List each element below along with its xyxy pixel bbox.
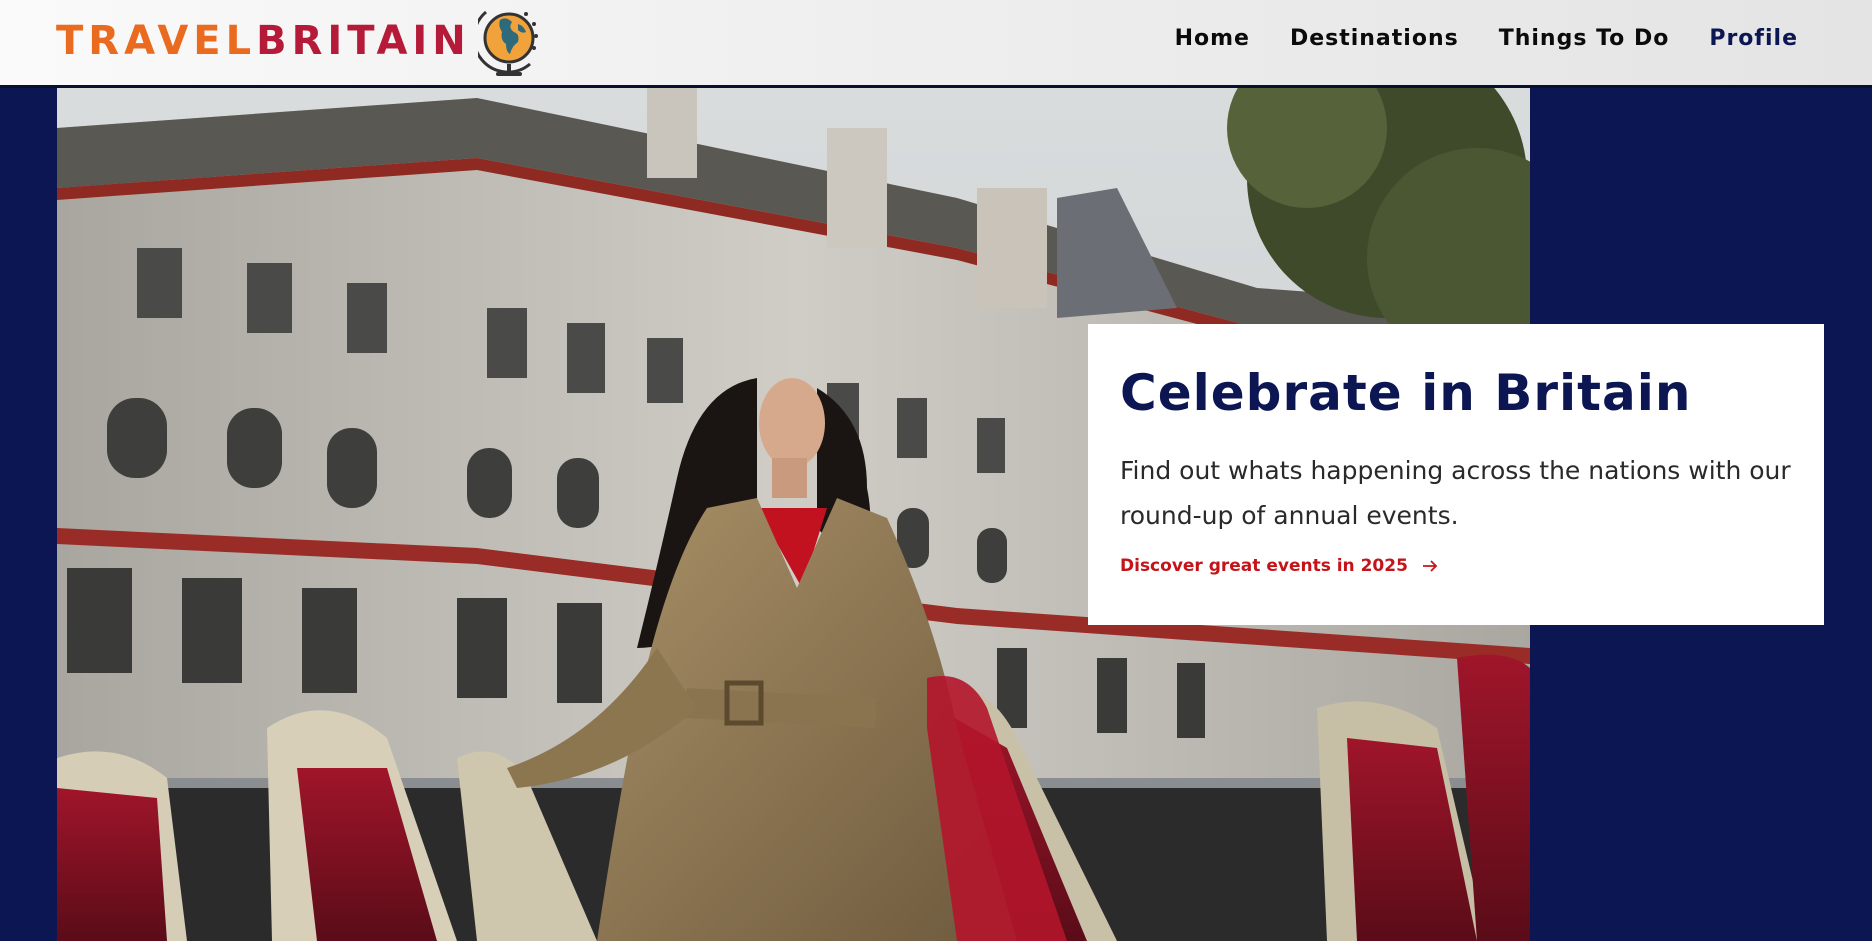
nav-things-to-do[interactable]: Things To Do <box>1499 26 1670 51</box>
feature-description: Find out whats happening across the nati… <box>1120 456 1791 530</box>
brand-travel: TRAVEL <box>56 18 257 64</box>
brand-britain: BRITAIN <box>256 18 471 64</box>
nav-home[interactable]: Home <box>1175 26 1250 51</box>
cta-label: Discover great events in 2025 <box>1120 556 1408 576</box>
nav-profile[interactable]: Profile <box>1709 26 1798 51</box>
main-nav: Home Destinations Things To Do Profile <box>1175 26 1798 51</box>
nav-destinations[interactable]: Destinations <box>1290 26 1459 51</box>
globe-icon <box>478 10 538 76</box>
feature-title: Celebrate in Britain <box>1120 364 1692 422</box>
brand-logo[interactable]: TRAVEL BRITAIN <box>56 16 471 66</box>
feature-card: Celebrate in Britain Find out whats happ… <box>1088 324 1824 625</box>
discover-events-link[interactable]: Discover great events in 2025 <box>1120 556 1438 576</box>
arrow-right-icon <box>1422 560 1438 572</box>
site-header: TRAVEL BRITAIN Home Destinations Things T… <box>0 0 1872 88</box>
